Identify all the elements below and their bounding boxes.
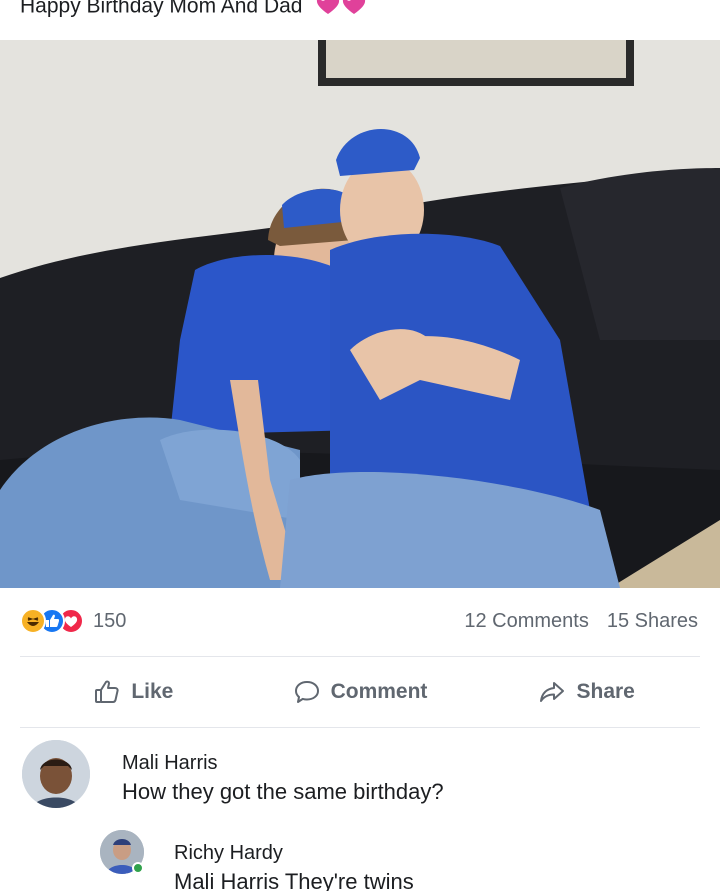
avatar[interactable]	[22, 740, 90, 808]
comments-count[interactable]: 12 Comments	[464, 610, 589, 633]
engagement-counts: 12 Comments 15 Shares	[464, 610, 698, 633]
share-arrow-icon	[538, 678, 566, 706]
comment-text: How they got the same birthday?	[122, 779, 444, 804]
reactions-summary[interactable]: 150	[20, 608, 126, 634]
post-photo[interactable]	[0, 40, 720, 588]
online-status-icon	[132, 862, 144, 874]
post-stats: 150 12 Comments 15 Shares	[0, 600, 720, 644]
speech-bubble-icon	[293, 678, 321, 706]
haha-reaction-icon	[20, 608, 46, 634]
comment-author[interactable]: Mali Harris	[122, 752, 444, 775]
shares-count[interactable]: 15 Shares	[607, 610, 698, 633]
post-caption: Happy Birthday Mom And Dad	[20, 0, 372, 23]
comment-text: Mali Harris They're twins	[174, 869, 414, 891]
share-label: Share	[576, 680, 635, 703]
sparkling-heart-icon	[314, 0, 372, 23]
comment-author[interactable]: Richy Hardy	[174, 842, 414, 865]
comment-button[interactable]: Comment	[247, 678, 474, 706]
comment-label: Comment	[330, 680, 428, 703]
thumbs-up-icon	[93, 678, 121, 706]
like-label: Like	[131, 680, 174, 703]
comment-reply: Richy Hardy Mali Harris They're twins	[100, 830, 414, 891]
reaction-count[interactable]: 150	[93, 610, 126, 633]
like-button[interactable]: Like	[20, 678, 247, 706]
comment-item: Mali Harris How they got the same birthd…	[22, 740, 444, 808]
share-button[interactable]: Share	[473, 678, 700, 706]
post-action-bar: Like Comment Share	[20, 656, 700, 728]
caption-text: Happy Birthday Mom And Dad	[20, 0, 303, 18]
